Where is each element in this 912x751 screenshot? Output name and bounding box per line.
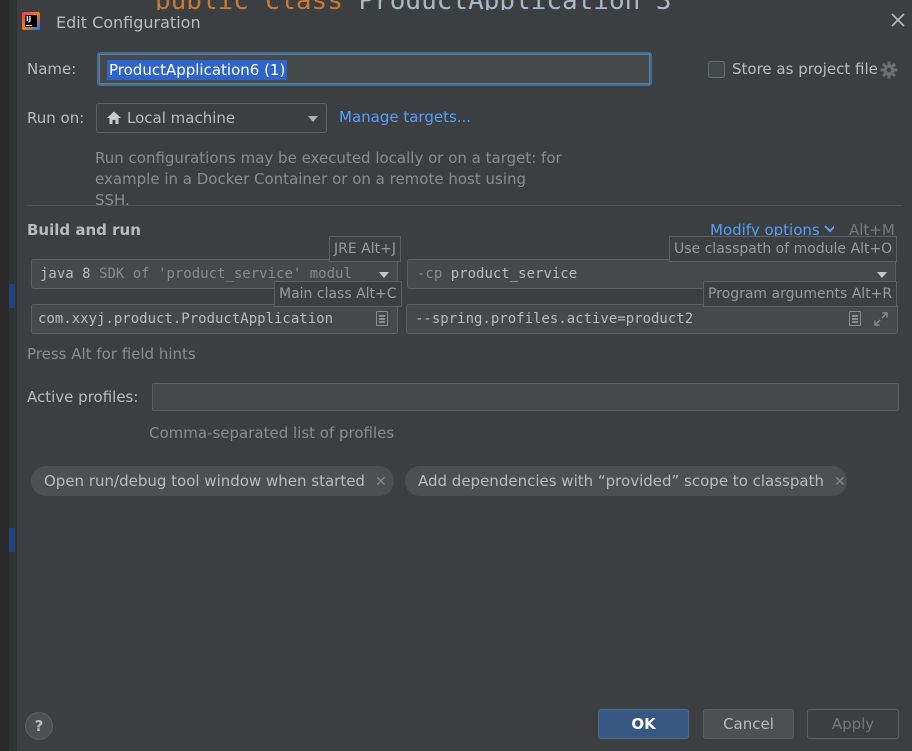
- modify-options-label: Modify options: [710, 221, 820, 237]
- name-label: Name:: [27, 60, 77, 78]
- option-chip-label: Open run/debug tool window when started: [44, 472, 365, 490]
- chevron-down-icon: [308, 116, 318, 122]
- store-as-project-file-checkbox[interactable]: [708, 61, 725, 78]
- field-hints-text: Press Alt for field hints: [27, 345, 196, 363]
- jre-version: java 8: [40, 266, 91, 282]
- name-input-value: ProductApplication6 (1): [107, 60, 288, 80]
- expand-icon[interactable]: [873, 311, 889, 327]
- background-selection-mark: [9, 528, 15, 552]
- cancel-button[interactable]: Cancel: [703, 709, 794, 739]
- run-on-label: Run on:: [27, 109, 85, 127]
- main-class-input[interactable]: com.xxyj.product.ProductApplication: [31, 304, 398, 334]
- section-separator: [27, 205, 902, 206]
- active-profiles-label: Active profiles:: [27, 388, 139, 406]
- run-on-help-text: Run configurations may be executed local…: [95, 148, 565, 211]
- run-on-value: Local machine: [127, 109, 236, 127]
- background-left-strip: [9, 0, 17, 751]
- name-input[interactable]: ProductApplication6 (1): [97, 52, 652, 86]
- ok-button[interactable]: OK: [598, 709, 689, 739]
- run-on-help-line: Run configurations may be executed local…: [95, 149, 562, 167]
- option-chip-label: Add dependencies with “provided” scope t…: [418, 472, 824, 490]
- close-icon[interactable]: ✕: [834, 467, 846, 497]
- gear-icon[interactable]: [880, 61, 898, 79]
- modify-options-shortcut: Alt+M: [849, 221, 895, 237]
- apply-button[interactable]: Apply: [807, 709, 899, 739]
- option-chip-provided-scope[interactable]: Add dependencies with “provided” scope t…: [405, 466, 847, 496]
- program-arguments-input[interactable]: --spring.profiles.active=product2: [406, 304, 898, 334]
- run-on-select[interactable]: Local machine: [96, 103, 327, 133]
- active-profiles-input[interactable]: [152, 383, 899, 411]
- classpath-flag: -cp: [417, 266, 443, 282]
- chevron-down-icon: [824, 221, 834, 233]
- jre-field-hint: JRE Alt+J: [329, 236, 401, 262]
- dialog-title: Edit Configuration: [56, 13, 201, 32]
- modify-options-link[interactable]: Modify options: [710, 221, 834, 237]
- document-icon[interactable]: [849, 311, 861, 326]
- build-and-run-header: Build and run: [27, 221, 141, 239]
- background-selection-mark: [9, 284, 15, 308]
- main-class-field-hint: Main class Alt+C: [274, 281, 402, 307]
- chevron-down-icon: [379, 272, 389, 278]
- manage-targets-link[interactable]: Manage targets...: [339, 108, 471, 126]
- dialog-titlebar: IJ Edit Configuration: [8, 0, 912, 44]
- program-arguments-value: --spring.profiles.active=product2: [415, 311, 694, 327]
- close-icon[interactable]: [888, 10, 908, 30]
- program-arguments-field-hint: Program arguments Alt+R: [703, 281, 898, 307]
- intellij-logo-icon: IJ: [22, 12, 40, 30]
- option-chip-open-tool-window[interactable]: Open run/debug tool window when started ✕: [31, 466, 394, 496]
- store-as-project-file-label[interactable]: Store as project file: [732, 60, 878, 78]
- classpath-module-value: product_service: [450, 266, 578, 282]
- active-profiles-help: Comma-separated list of profiles: [149, 424, 395, 442]
- help-button[interactable]: ?: [25, 712, 53, 740]
- browse-document-icon[interactable]: [376, 311, 388, 326]
- main-class-value: com.xxyj.product.ProductApplication: [38, 311, 334, 327]
- classpath-field-hint: Use classpath of module Alt+O: [669, 236, 898, 262]
- close-icon[interactable]: ✕: [375, 467, 387, 497]
- chevron-down-icon: [877, 272, 887, 278]
- jre-detail: SDK of 'product_service' modul: [99, 266, 352, 282]
- home-icon: [106, 110, 122, 126]
